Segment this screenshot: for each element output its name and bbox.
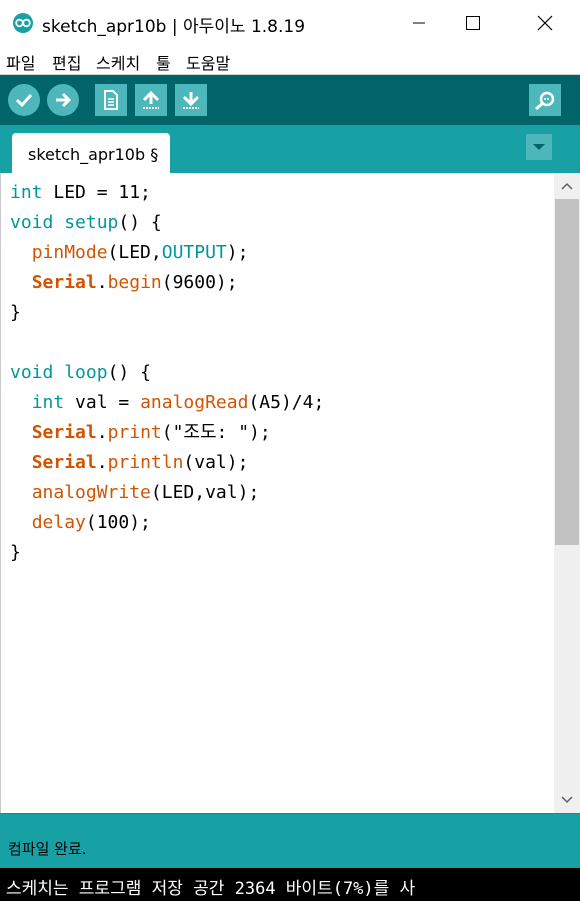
new-button[interactable] — [95, 84, 127, 116]
chevron-up-icon — [561, 182, 573, 190]
console-output[interactable]: 스케치는 프로그램 저장 공간 2364 바이트(7%)를 사 — [0, 868, 580, 901]
upload-icon — [56, 92, 72, 108]
tab-label: sketch_apr10b § — [28, 145, 159, 164]
title-bar: sketch_apr10b | 아두이노 1.8.19 — [0, 0, 580, 46]
code-line: int LED = 11; — [10, 182, 151, 203]
menu-sketch[interactable]: 스케치 — [96, 50, 140, 74]
code-line: } — [10, 302, 21, 323]
code-line: Serial.begin(9600); — [31, 272, 238, 293]
save-button[interactable] — [175, 84, 207, 116]
menu-bar: 파일 편집 스케치 툴 도움말 — [0, 46, 580, 75]
minimize-button[interactable] — [396, 0, 442, 46]
close-button[interactable] — [522, 0, 568, 46]
open-arrow-up-icon — [142, 90, 160, 109]
serial-monitor-button[interactable] — [529, 84, 561, 116]
menu-file[interactable]: 파일 — [6, 50, 35, 74]
code-editor[interactable]: int LED = 11; void setup() { pinMode(LED… — [0, 173, 555, 813]
status-message: 컴파일 완료. — [8, 840, 87, 858]
tab-sketch[interactable]: sketch_apr10b § — [12, 133, 170, 173]
tab-menu-button[interactable] — [526, 134, 552, 160]
toolbar — [0, 75, 580, 125]
chevron-down-icon — [533, 144, 545, 150]
scroll-down-button[interactable] — [554, 787, 580, 813]
scroll-thumb[interactable] — [555, 199, 579, 545]
window-title: sketch_apr10b | 아두이노 1.8.19 — [42, 17, 306, 37]
arduino-logo-icon — [13, 13, 33, 33]
menu-tools[interactable]: 툴 — [156, 50, 171, 74]
code-area[interactable]: int LED = 11; void setup() { pinMode(LED… — [10, 178, 324, 568]
code-line: delay(100); — [31, 512, 151, 533]
code-line: Serial.println(val); — [31, 452, 249, 473]
code-line: pinMode(LED,OUTPUT); — [31, 242, 249, 263]
maximize-button[interactable] — [450, 0, 496, 46]
scroll-up-button[interactable] — [554, 173, 580, 199]
open-button[interactable] — [135, 84, 167, 116]
menu-help[interactable]: 도움말 — [186, 50, 230, 74]
code-line: } — [10, 542, 21, 563]
serial-monitor-icon — [535, 91, 555, 111]
status-bar: 컴파일 완료. — [0, 813, 580, 869]
verify-icon — [15, 93, 33, 108]
code-line: int val = analogRead(A5)/4; — [31, 392, 325, 413]
upload-button[interactable] — [47, 84, 79, 116]
code-line: void setup() { — [10, 212, 162, 233]
code-line: Serial.print("조도: "); — [31, 422, 271, 443]
editor-scrollbar[interactable] — [554, 173, 580, 813]
code-line: analogWrite(LED,val); — [31, 482, 260, 503]
console-line: 스케치는 프로그램 저장 공간 2364 바이트(7%)를 사 — [6, 879, 416, 899]
save-arrow-down-icon — [182, 92, 200, 109]
new-file-icon — [104, 90, 118, 110]
menu-edit[interactable]: 편집 — [52, 50, 81, 74]
code-line: void loop() { — [10, 362, 151, 383]
verify-button[interactable] — [8, 84, 40, 116]
chevron-down-icon — [561, 796, 573, 804]
tab-bar: sketch_apr10b § — [0, 125, 580, 173]
